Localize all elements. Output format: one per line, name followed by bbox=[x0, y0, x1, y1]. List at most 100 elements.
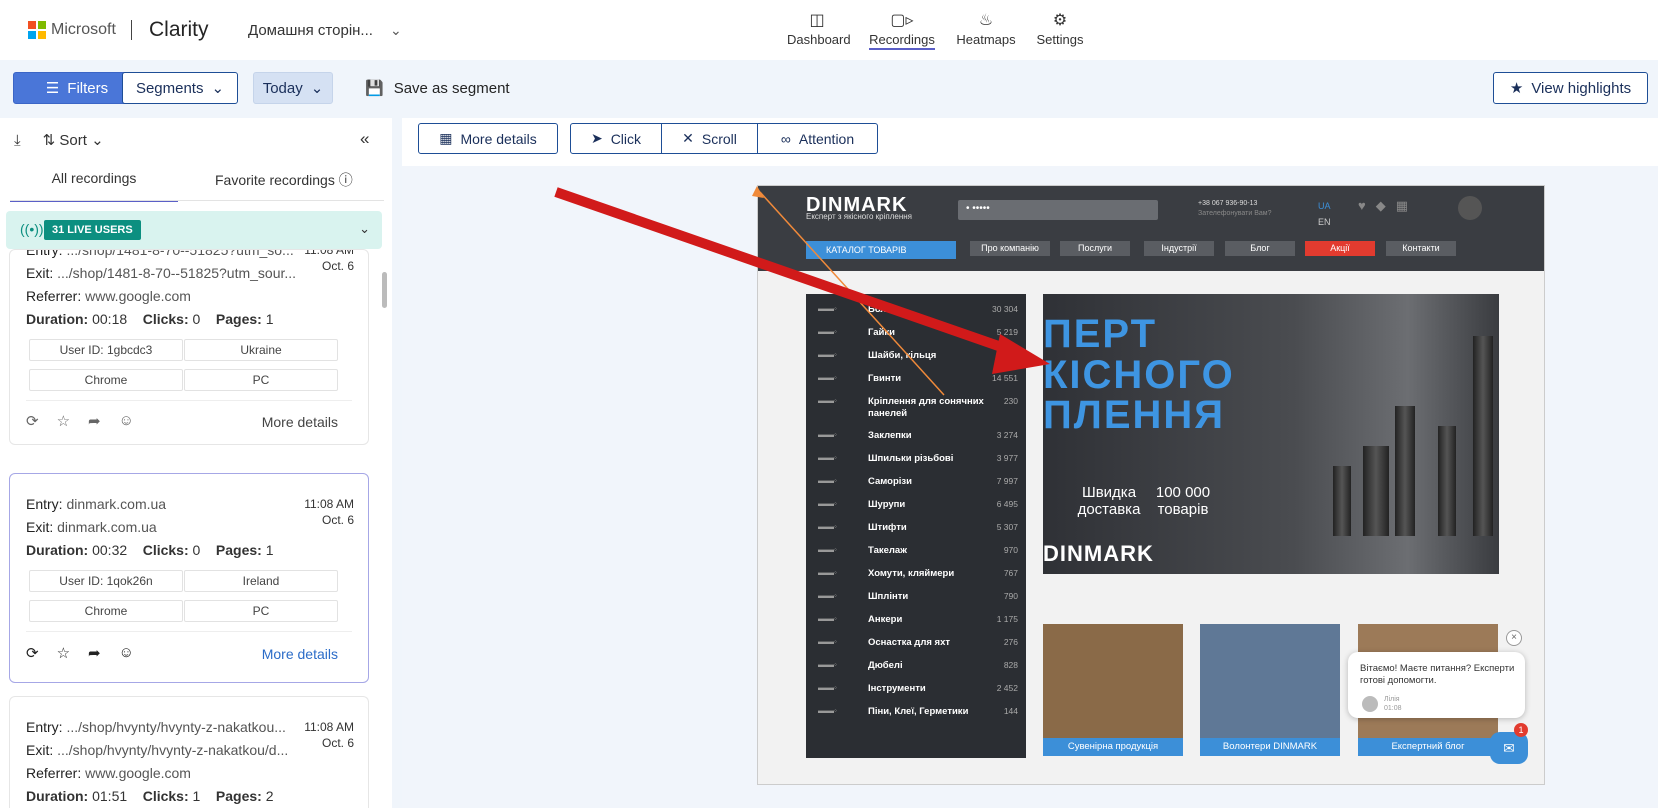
site-category-count: 3 977 bbox=[996, 453, 1018, 463]
nav-recordings[interactable]: ▢▹ Recordings bbox=[866, 10, 938, 50]
cursor-icon: ➤ bbox=[590, 130, 603, 146]
site-category-count: 230 bbox=[1003, 396, 1018, 406]
nav-settings[interactable]: ⚙ Settings bbox=[1034, 10, 1086, 47]
tab-all-recordings[interactable]: All recordings bbox=[10, 170, 178, 202]
user-icon[interactable]: ☺ bbox=[119, 644, 134, 662]
site-category-count: 790 bbox=[1003, 591, 1018, 601]
recording-card[interactable]: Entry: .../shop/hvynty/hvynty-z-nakatkou… bbox=[9, 696, 369, 808]
device-chip[interactable]: PC bbox=[184, 369, 338, 391]
site-category-item: Шайби, кільця bbox=[868, 350, 937, 361]
category-icon: ▬▬◦ bbox=[818, 522, 837, 531]
live-users-bar[interactable]: ((•)) 31 LIVE USERS ⌄ bbox=[6, 211, 382, 249]
tab-favorite-recordings[interactable]: Favorite recordings ⓘ bbox=[215, 170, 353, 190]
recording-card-selected[interactable]: Entry: dinmark.com.ua 11:08 AM Oct. 6 Exi… bbox=[9, 473, 369, 683]
category-icon: ▬▬◦ bbox=[818, 568, 837, 577]
top-bar: Microsoft Clarity Домашня сторін... ⌄ ◫ … bbox=[0, 0, 1658, 60]
site-category-item: Кріплення для сонячних панелей bbox=[868, 396, 984, 419]
site-nav-item: Блог bbox=[1225, 241, 1295, 256]
site-nav-item: Про компанію bbox=[970, 241, 1050, 256]
chevron-down-icon[interactable]: ⌄ bbox=[390, 22, 402, 39]
avatar bbox=[1458, 196, 1482, 220]
share-icon[interactable]: ➦ bbox=[88, 644, 101, 662]
browser-chip[interactable]: Chrome bbox=[29, 369, 183, 391]
user-icon[interactable]: ☺ bbox=[119, 412, 134, 430]
collapse-sidebar-icon[interactable]: « bbox=[360, 129, 369, 149]
star-icon: ★ bbox=[1509, 80, 1524, 97]
category-icon: ▬▬◦ bbox=[818, 327, 837, 336]
nav-heatmaps[interactable]: ♨ Heatmaps bbox=[955, 10, 1017, 47]
product-name[interactable]: Clarity bbox=[149, 18, 209, 42]
microsoft-logo-icon bbox=[28, 21, 46, 39]
category-icon: ▬▬◦ bbox=[818, 660, 837, 669]
more-details-link[interactable]: More details bbox=[262, 414, 338, 430]
site-phone: +38 067 936-90-13 Зателефонувати Вам? bbox=[1198, 200, 1272, 217]
site-nav-item: Акції bbox=[1305, 241, 1375, 256]
chat-badge: 1 bbox=[1514, 723, 1528, 737]
close-icon: × bbox=[1506, 630, 1522, 646]
more-details-link[interactable]: More details bbox=[262, 646, 338, 662]
tab-divider bbox=[10, 200, 384, 201]
user-id-chip[interactable]: User ID: 1gbcdc3 bbox=[29, 339, 183, 361]
exit-url: .../shop/hvynty/hvynty-z-nakatkou/d... bbox=[57, 742, 289, 758]
chevron-down-icon[interactable]: ⌄ bbox=[359, 221, 370, 237]
site-tile: Волонтери DINMARK bbox=[1200, 624, 1340, 756]
site-category-count: 6 495 bbox=[996, 499, 1018, 509]
segments-button[interactable]: Segments ⌄ bbox=[122, 72, 238, 104]
category-icon: ▬▬◦ bbox=[818, 350, 837, 359]
dashboard-icon: ◫ bbox=[809, 12, 825, 29]
video-icon: ▢▹ bbox=[890, 12, 914, 29]
project-selector[interactable]: Домашня сторін... bbox=[248, 22, 373, 39]
user-id-chip[interactable]: User ID: 1qok26n bbox=[29, 570, 183, 592]
site-chat-popup: Вітаємо! Маєте питання? Експерти готові … bbox=[1348, 652, 1525, 718]
star-icon[interactable]: ☆ bbox=[57, 644, 70, 662]
glasses-icon: ∞ bbox=[780, 130, 791, 147]
sidebar-scrollbar[interactable] bbox=[382, 272, 387, 308]
recording-card[interactable]: Entry: .../shop/1481-8-70--51825?utm_so.… bbox=[9, 249, 369, 445]
country-chip[interactable]: Ukraine bbox=[184, 339, 338, 361]
more-details-button[interactable]: ▦ More details bbox=[418, 123, 558, 154]
flame-icon: ♨ bbox=[978, 12, 994, 29]
sidebar-tools: ⤓ ⇅ Sort ⌄ bbox=[14, 131, 104, 150]
category-icon: ▬▬◦ bbox=[818, 499, 837, 508]
star-icon[interactable]: ☆ bbox=[57, 412, 70, 430]
replay-icon[interactable]: ⟳ bbox=[26, 644, 39, 662]
scroll-layer-button[interactable]: ✕ Scroll bbox=[661, 123, 758, 154]
entry-url: .../shop/hvynty/hvynty-z-nakatkou... bbox=[66, 719, 286, 735]
site-category-count: 7 997 bbox=[996, 476, 1018, 486]
site-category-count: 144 bbox=[1003, 706, 1018, 716]
site-category-item: Хомути, кляймери bbox=[868, 568, 955, 579]
site-category-item: Інструменти bbox=[868, 683, 926, 694]
click-layer-button[interactable]: ➤ Click bbox=[570, 123, 662, 154]
site-catalog-button: КАТАЛОГ ТОВАРІВ bbox=[806, 241, 956, 259]
country-chip[interactable]: Ireland bbox=[184, 570, 338, 592]
replay-icon[interactable]: ⟳ bbox=[26, 412, 39, 430]
save-as-segment-button[interactable]: 💾 Save as segment bbox=[365, 79, 510, 98]
site-tagline: Експерт з якісного кріплення bbox=[806, 212, 912, 221]
category-icon: ▬▬◦ bbox=[818, 373, 837, 382]
site-category-item: Піни, Клеї, Герметики bbox=[868, 706, 969, 717]
category-icon: ▬▬◦ bbox=[818, 706, 837, 715]
download-icon[interactable]: ⤓ bbox=[14, 132, 21, 149]
site-category-item: Гвинти bbox=[868, 373, 902, 384]
device-chip[interactable]: PC bbox=[184, 600, 338, 622]
recording-time: 11:08 AM Oct. 6 bbox=[304, 720, 354, 750]
session-stats: Duration: 01:51 Clicks: 1 Pages: 2 bbox=[26, 788, 274, 804]
attention-layer-button[interactable]: ∞ Attention bbox=[757, 123, 878, 154]
nav-dashboard[interactable]: ◫ Dashboard bbox=[787, 10, 851, 47]
category-icon: ▬▬◦ bbox=[818, 430, 837, 439]
share-icon[interactable]: ➦ bbox=[88, 412, 101, 430]
session-stats: Duration: 00:18 Clicks: 0 Pages: 1 bbox=[26, 311, 274, 327]
date-range-button[interactable]: Today ⌄ bbox=[253, 72, 333, 104]
gear-icon: ⚙ bbox=[1052, 12, 1068, 29]
site-category-item: Гайки bbox=[868, 327, 895, 338]
site-banner: ПЕРТ КІСНОГО ПЛЕННЯ Швидка доставка 100 … bbox=[1043, 294, 1499, 574]
filter-toolbar bbox=[0, 60, 1658, 116]
category-icon: ▬▬◦ bbox=[818, 683, 837, 692]
live-users-badge: 31 LIVE USERS bbox=[44, 220, 141, 240]
entry-url: .../shop/1481-8-70--51825?utm_so... bbox=[66, 249, 294, 258]
sort-button[interactable]: ⇅ Sort ⌄ bbox=[43, 131, 104, 149]
language-switch: UA EN bbox=[1318, 201, 1331, 227]
category-icon: ▬▬◦ bbox=[818, 591, 837, 600]
browser-chip[interactable]: Chrome bbox=[29, 600, 183, 622]
view-highlights-button[interactable]: ★ View highlights bbox=[1493, 72, 1648, 104]
